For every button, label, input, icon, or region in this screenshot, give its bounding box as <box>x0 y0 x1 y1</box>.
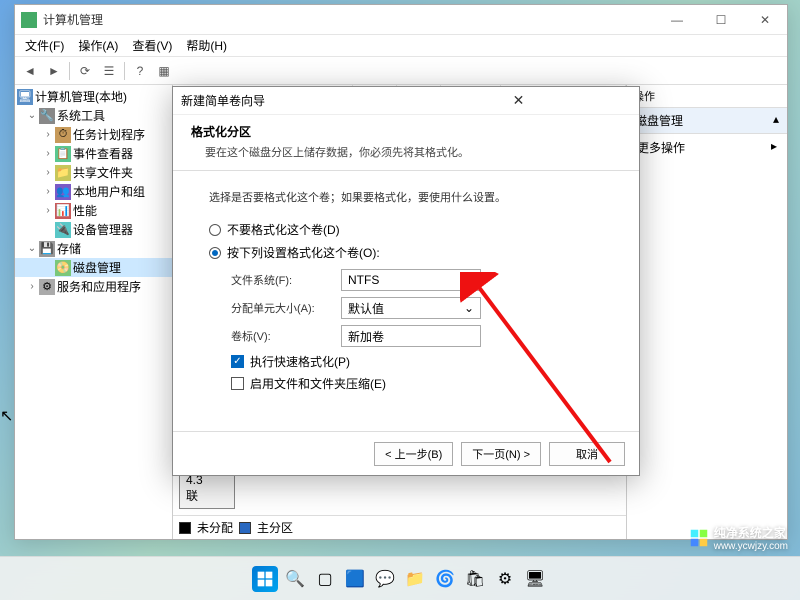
folder-icon: 📁 <box>55 165 71 181</box>
wrench-icon: 🔧 <box>39 108 55 124</box>
actions-section[interactable]: 磁盘管理▴ <box>627 108 787 134</box>
maximize-button[interactable]: ☐ <box>699 5 743 35</box>
allocation-select[interactable]: 默认值⌄ <box>341 297 481 319</box>
list-button[interactable]: ▦ <box>153 60 175 82</box>
legend-primary-label: 主分区 <box>257 519 293 536</box>
taskbar[interactable]: 🔍 ▢ 🟦 💬 📁 🌀 🛍 ⚙ 🖥 <box>0 556 800 600</box>
chat-button[interactable]: 💬 <box>372 566 398 592</box>
tree-local-users[interactable]: ›👥本地用户和组 <box>15 182 172 201</box>
store-button[interactable]: 🛍 <box>462 566 488 592</box>
search-button[interactable]: 🔍 <box>282 566 308 592</box>
gear-icon: ⚙ <box>39 279 55 295</box>
wizard-heading: 格式化分区 <box>191 123 621 140</box>
forward-button[interactable]: ► <box>43 60 65 82</box>
titlebar[interactable]: 计算机管理 — ☐ ✕ <box>15 5 787 35</box>
clock-icon: ⏱ <box>55 127 71 143</box>
wizard-close-button[interactable]: ✕ <box>406 92 631 109</box>
chevron-down-icon: ⌄ <box>464 301 474 315</box>
close-button[interactable]: ✕ <box>743 5 787 35</box>
radio-icon <box>209 224 221 236</box>
actions-more[interactable]: 更多操作▸ <box>627 134 787 161</box>
edge-button[interactable]: 🌀 <box>432 566 458 592</box>
actions-panel: 操作 磁盘管理▴ 更多操作▸ <box>627 85 787 539</box>
tree-task-scheduler[interactable]: ›⏱任务计划程序 <box>15 125 172 144</box>
tree-event-viewer[interactable]: ›📋事件查看器 <box>15 144 172 163</box>
label-volume: 卷标(V): <box>231 328 341 344</box>
menu-view[interactable]: 查看(V) <box>126 35 178 56</box>
tree-shared-folders[interactable]: ›📁共享文件夹 <box>15 163 172 182</box>
wizard-header: 格式化分区 要在这个磁盘分区上储存数据，你必须先将其格式化。 <box>173 115 639 171</box>
perf-icon: 📊 <box>55 203 71 219</box>
windows-icon <box>257 571 273 587</box>
properties-button[interactable]: ☰ <box>98 60 120 82</box>
tree-storage[interactable]: ⌄💾存储 <box>15 239 172 258</box>
tree-device-manager[interactable]: 🔌设备管理器 <box>15 220 172 239</box>
new-volume-wizard: 新建简单卷向导 ✕ 格式化分区 要在这个磁盘分区上储存数据，你必须先将其格式化。… <box>172 86 640 476</box>
cursor-icon: ↖ <box>0 406 13 426</box>
wizard-instruction: 选择是否要格式化这个卷；如果要格式化，要使用什么设置。 <box>209 189 603 205</box>
radio-no-format[interactable]: 不要格式化这个卷(D) <box>209 221 603 238</box>
app-button[interactable]: 🖥 <box>522 566 548 592</box>
widgets-button[interactable]: 🟦 <box>342 566 368 592</box>
explorer-button[interactable]: 📁 <box>402 566 428 592</box>
wizard-subheading: 要在这个磁盘分区上储存数据，你必须先将其格式化。 <box>191 144 621 160</box>
checkbox-icon: ✓ <box>231 355 244 368</box>
menu-file[interactable]: 文件(F) <box>19 35 70 56</box>
wizard-footer: < 上一步(B) 下一页(N) > 取消 <box>173 431 639 475</box>
computer-icon: 🖥 <box>17 89 33 105</box>
tree-services[interactable]: ›⚙服务和应用程序 <box>15 277 172 296</box>
collapse-icon: ▴ <box>773 112 779 129</box>
radio-format[interactable]: 按下列设置格式化这个卷(O): <box>209 244 603 261</box>
menu-action[interactable]: 操作(A) <box>72 35 124 56</box>
filesystem-select[interactable]: NTFS⌄ <box>341 269 481 291</box>
tree-system-tools[interactable]: ⌄🔧系统工具 <box>15 106 172 125</box>
minimize-button[interactable]: — <box>655 5 699 35</box>
help-button[interactable]: ? <box>129 60 151 82</box>
checkbox-quick-format[interactable]: ✓ 执行快速格式化(P) <box>231 353 603 370</box>
tree-disk-management[interactable]: 📀磁盘管理 <box>15 258 172 277</box>
menubar: 文件(F) 操作(A) 查看(V) 帮助(H) <box>15 35 787 57</box>
cancel-button[interactable]: 取消 <box>549 442 625 466</box>
settings-button[interactable]: ⚙ <box>492 566 518 592</box>
legend-unallocated-label: 未分配 <box>197 519 233 536</box>
back-button[interactable]: < 上一步(B) <box>374 442 453 466</box>
tree-root[interactable]: 🖥计算机管理(本地) <box>15 87 172 106</box>
window-title: 计算机管理 <box>43 11 655 28</box>
legend: 未分配 主分区 <box>173 515 626 539</box>
toolbar: ◄ ► ⟳ ☰ ? ▦ <box>15 57 787 85</box>
wizard-title-text: 新建简单卷向导 <box>181 92 406 109</box>
app-icon <box>21 12 37 28</box>
start-button[interactable] <box>252 566 278 592</box>
checkbox-icon <box>231 377 244 390</box>
legend-unallocated-icon <box>179 522 191 534</box>
checkbox-compression[interactable]: 启用文件和文件夹压缩(E) <box>231 375 603 392</box>
watermark: 纯净系统之家 www.ycwjzy.com <box>690 524 788 552</box>
menu-help[interactable]: 帮助(H) <box>180 35 233 56</box>
volume-label-input[interactable]: 新加卷 <box>341 325 481 347</box>
device-icon: 🔌 <box>55 222 71 238</box>
back-button[interactable]: ◄ <box>19 60 41 82</box>
disk-icon: 📀 <box>55 260 71 276</box>
tree-performance[interactable]: ›📊性能 <box>15 201 172 220</box>
actions-header: 操作 <box>627 85 787 108</box>
chevron-down-icon: ⌄ <box>464 273 474 287</box>
taskview-button[interactable]: ▢ <box>312 566 338 592</box>
wizard-titlebar[interactable]: 新建简单卷向导 ✕ <box>173 87 639 115</box>
next-button[interactable]: 下一页(N) > <box>461 442 541 466</box>
user-icon: 👥 <box>55 184 71 200</box>
storage-icon: 💾 <box>39 241 55 257</box>
label-filesystem: 文件系统(F): <box>231 272 341 288</box>
chevron-right-icon: ▸ <box>771 139 777 156</box>
navigation-tree[interactable]: 🖥计算机管理(本地) ⌄🔧系统工具 ›⏱任务计划程序 ›📋事件查看器 ›📁共享文… <box>15 85 173 539</box>
windows-logo-icon <box>690 529 708 547</box>
legend-primary-icon <box>239 522 251 534</box>
radio-icon <box>209 247 221 259</box>
event-icon: 📋 <box>55 146 71 162</box>
label-allocation: 分配单元大小(A): <box>231 300 341 316</box>
refresh-button[interactable]: ⟳ <box>74 60 96 82</box>
